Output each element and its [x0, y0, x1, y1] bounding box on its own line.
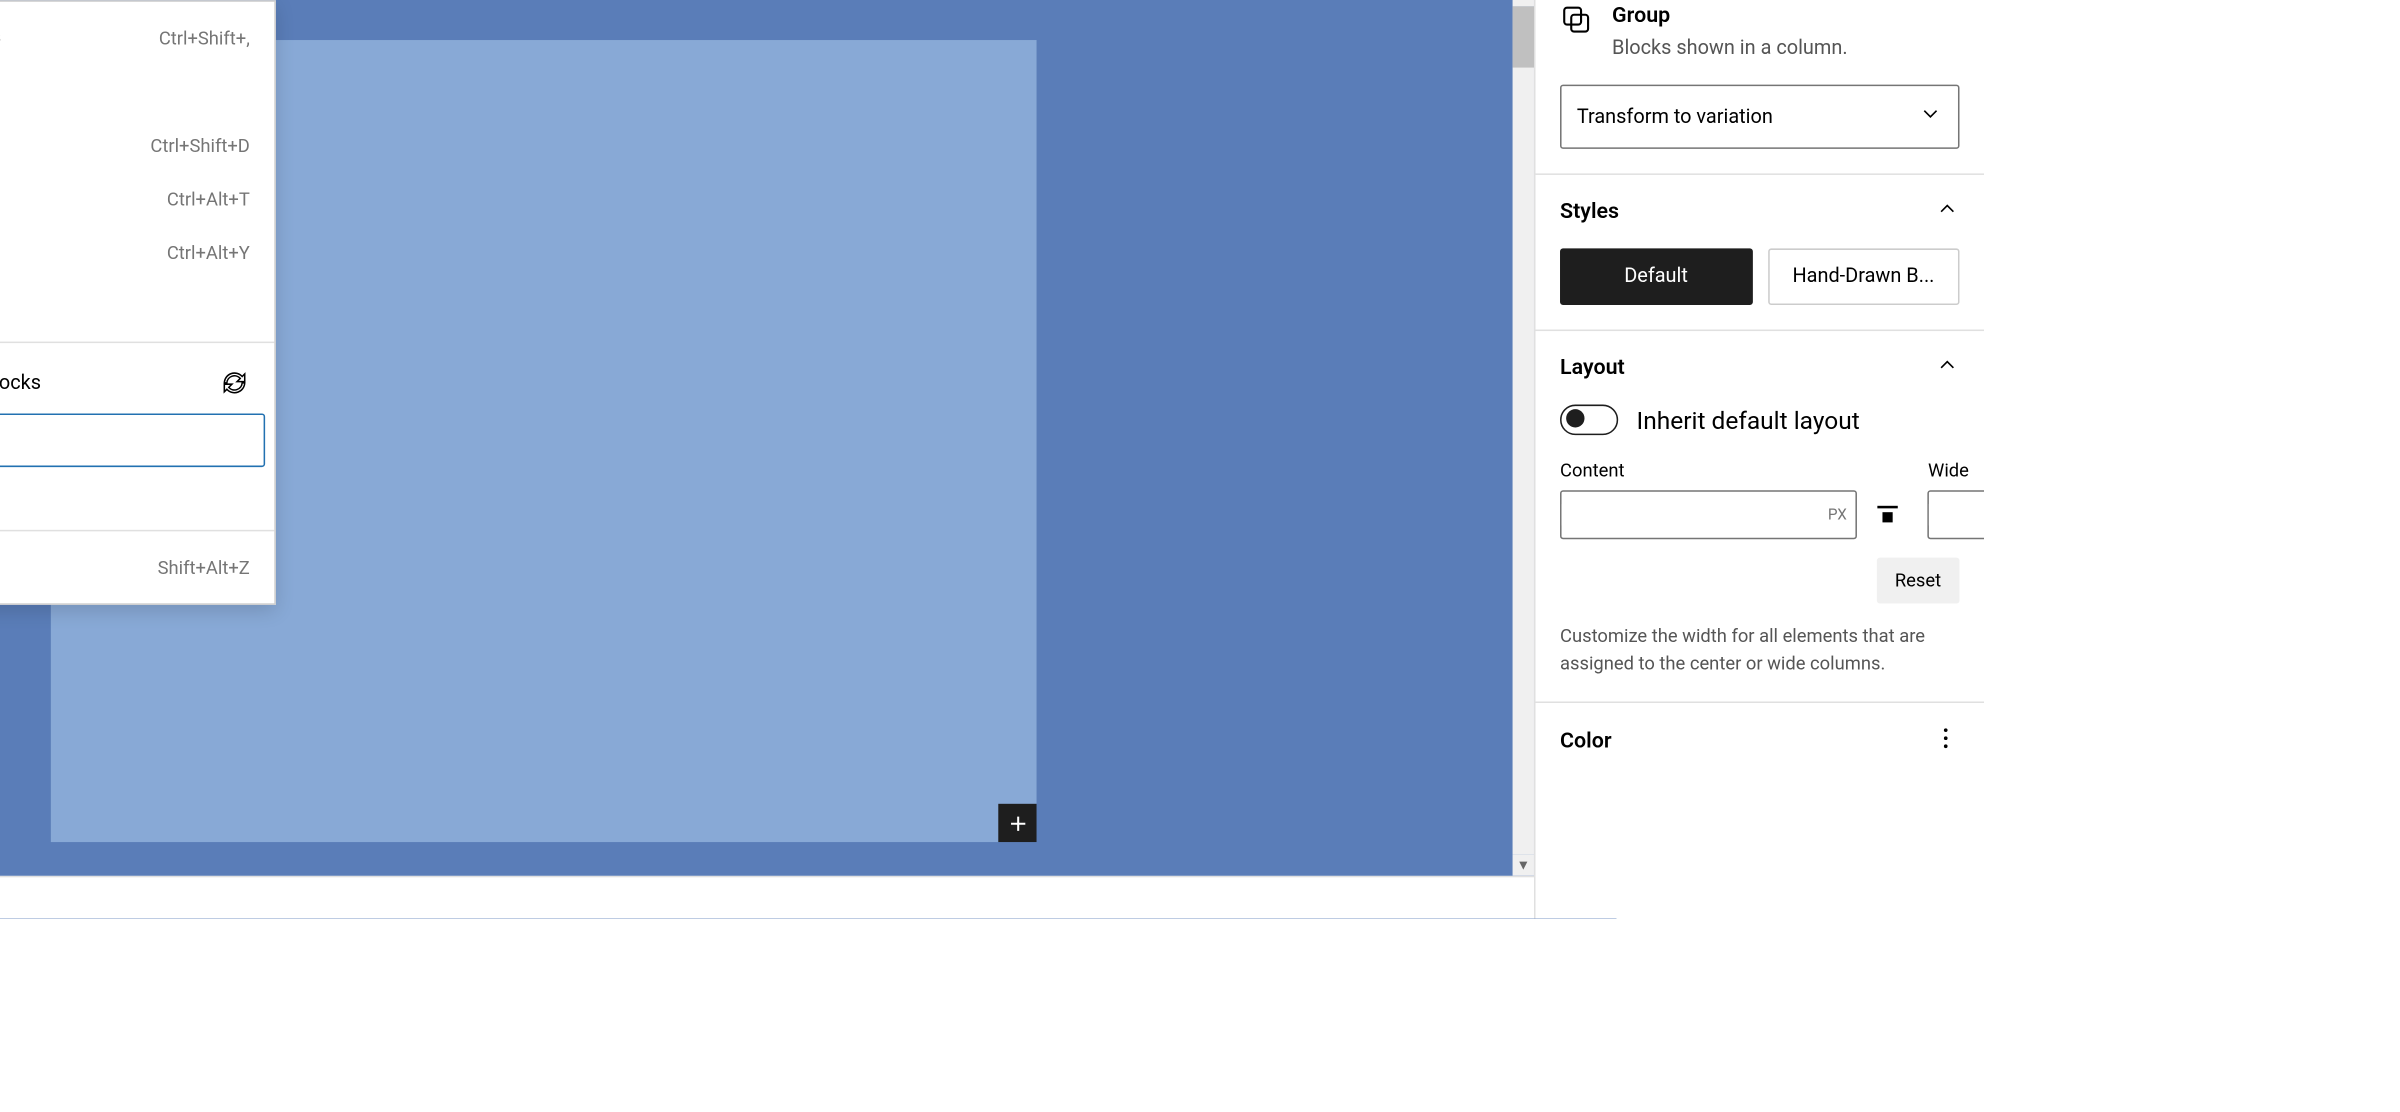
block-options-dropdown: Hide more settings Ctrl+Shift+, Copy Dup…: [0, 0, 276, 605]
content-width-input[interactable]: [1562, 504, 1819, 525]
block-desc: Blocks shown in a column.: [1612, 37, 1848, 60]
content-label: Content: [1560, 459, 1910, 480]
styles-panel-head[interactable]: Styles: [1536, 175, 1984, 248]
settings-sidebar: Page Block Group Blocks shown in a colum…: [1534, 0, 1984, 919]
chevron-up-icon: [1935, 352, 1959, 383]
unit-label: PX: [1819, 506, 1856, 523]
reset-button[interactable]: Reset: [1876, 557, 1959, 603]
menu-add-reusable[interactable]: Add to Reusable blocks: [0, 352, 274, 413]
breadcrumb: Page ❯ Group ❯ Group: [0, 876, 1534, 919]
wide-label: Wide: [1928, 459, 1984, 480]
layout-panel-head[interactable]: Layout: [1536, 331, 1984, 404]
menu-move-to[interactable]: Move to: [0, 279, 274, 333]
color-title: Color: [1560, 729, 1612, 753]
style-hand-drawn[interactable]: Hand-Drawn B...: [1767, 248, 1959, 305]
scroll-down-icon[interactable]: ▼: [1513, 854, 1534, 875]
menu-remove-group[interactable]: Remove Group Shift+Alt+Z: [0, 541, 274, 595]
menu-insert-before[interactable]: Insert before Ctrl+Alt+T: [0, 172, 274, 226]
styles-title: Styles: [1560, 199, 1619, 223]
menu-ungroup[interactable]: Ungroup: [0, 467, 274, 521]
menu-hide-more-settings[interactable]: Hide more settings Ctrl+Shift+,: [0, 11, 274, 65]
transform-label: Transform to variation: [1577, 105, 1773, 128]
menu-duplicate[interactable]: Duplicate Ctrl+Shift+D: [0, 118, 274, 172]
inner-add-button[interactable]: [998, 804, 1036, 842]
color-panel-head[interactable]: Color: [1536, 703, 1984, 780]
content-align-icon[interactable]: [1867, 493, 1910, 536]
style-default[interactable]: Default: [1560, 248, 1752, 305]
block-title: Group: [1612, 3, 1848, 27]
reusable-icon: [219, 368, 250, 399]
transform-to-variation-select[interactable]: Transform to variation: [1560, 84, 1959, 148]
menu-copy[interactable]: Copy: [0, 65, 274, 119]
block-header: Group Blocks shown in a column.: [1536, 0, 1984, 84]
wide-width-input[interactable]: [1930, 504, 1984, 525]
scrollbar-thumb[interactable]: [1513, 6, 1534, 67]
menu-insert-after[interactable]: Insert after Ctrl+Alt+Y: [0, 225, 274, 279]
scrollbar-track[interactable]: [1513, 6, 1534, 854]
layout-title: Layout: [1560, 355, 1625, 379]
more-icon[interactable]: [1932, 724, 1960, 758]
layout-help-text: Customize the width for all elements tha…: [1560, 622, 1959, 677]
chevron-up-icon: [1935, 196, 1959, 227]
chevron-down-icon: [1918, 101, 1942, 132]
menu-group[interactable]: Group: [0, 414, 265, 468]
inherit-layout-toggle[interactable]: [1560, 404, 1618, 435]
group-block-icon: [1560, 3, 1594, 60]
inherit-layout-label: Inherit default layout: [1637, 405, 1860, 434]
